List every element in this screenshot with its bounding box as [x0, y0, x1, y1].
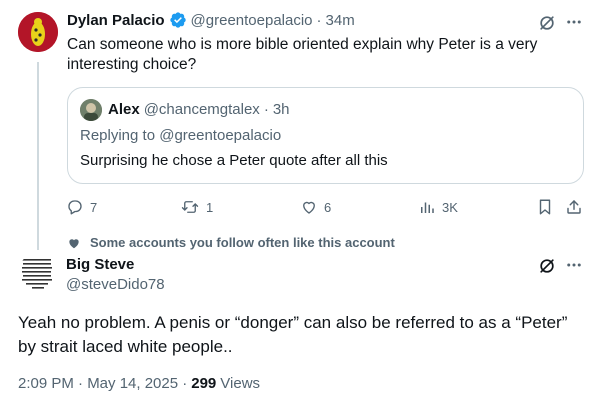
views-button[interactable]: 3K: [418, 198, 458, 216]
author-name[interactable]: Big Steve: [66, 256, 134, 273]
views-count: 299: [191, 375, 217, 392]
more-icon[interactable]: [565, 13, 583, 31]
separator-dot: ·: [263, 101, 269, 118]
grok-icon[interactable]: [536, 13, 558, 33]
tweet-header: Dylan Palacio @greentoepalacio · 34m: [67, 11, 355, 29]
quoted-avatar: [80, 99, 102, 121]
separator-dot: ·: [316, 11, 322, 29]
view-count: 3K: [442, 199, 458, 215]
repost-button[interactable]: 1: [180, 198, 213, 216]
tweet-text: Can someone who is more bible oriented e…: [67, 36, 538, 73]
heart-filled-icon: [66, 235, 82, 251]
reply-button[interactable]: 7: [66, 198, 97, 216]
author-name[interactable]: Dylan Palacio: [67, 12, 165, 29]
tweet-text: Yeah no problem. A penis or “donger” can…: [18, 313, 568, 356]
avatar[interactable]: [18, 253, 58, 293]
quoted-author-name: Alex: [108, 101, 140, 118]
timestamp[interactable]: 2:09 PM · May 14, 2025 ·: [18, 375, 187, 392]
quoted-header: Alex @chancemgtalex · 3h: [108, 101, 290, 118]
share-icon[interactable]: [565, 198, 583, 216]
author-handle[interactable]: @steveDido78: [66, 276, 165, 293]
repost-count: 1: [206, 199, 214, 215]
quoted-author-handle: @chancemgtalex: [143, 101, 260, 118]
social-context: Some accounts you follow often like this…: [90, 235, 395, 250]
verified-badge-icon: [169, 11, 187, 29]
more-icon[interactable]: [565, 256, 583, 274]
views-label: Views: [220, 375, 261, 392]
author-handle[interactable]: @greentoepalacio: [191, 12, 313, 29]
avatar[interactable]: [18, 12, 58, 52]
tweet-meta: 2:09 PM · May 14, 2025 · 299 Views: [18, 375, 260, 392]
like-button[interactable]: 6: [300, 198, 331, 216]
quoted-text: Surprising he chose a Peter quote after …: [80, 152, 388, 169]
grok-icon[interactable]: [536, 256, 558, 276]
replying-to: Replying to @greentoepalacio: [80, 127, 282, 144]
like-count: 6: [324, 199, 332, 215]
thread-line: [37, 62, 39, 250]
tweet-time[interactable]: 34m: [326, 12, 355, 29]
reply-count: 7: [90, 199, 98, 215]
bookmark-icon[interactable]: [536, 198, 554, 216]
quoted-time: 3h: [272, 101, 290, 118]
